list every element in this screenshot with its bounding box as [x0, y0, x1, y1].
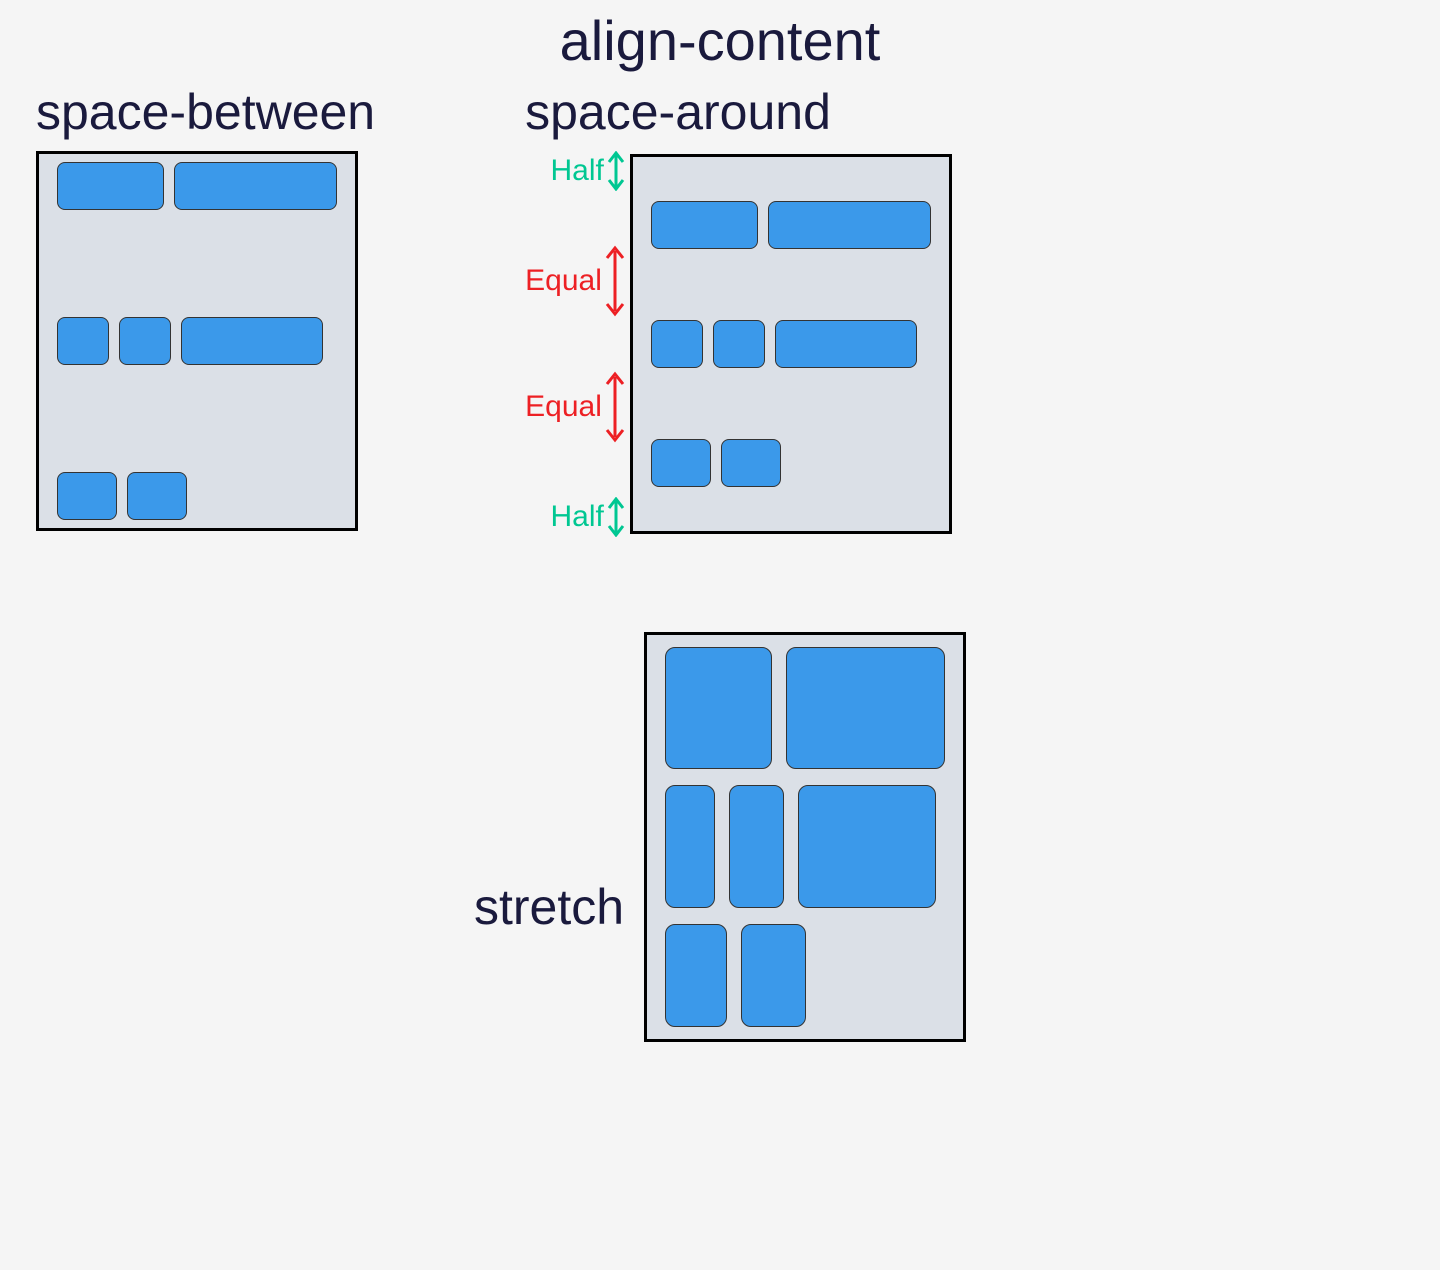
top-row: space-between space-around Half: [0, 83, 1440, 537]
flex-row: [651, 201, 931, 249]
flex-item: [57, 162, 164, 210]
flex-item: [127, 472, 187, 520]
flex-item: [651, 320, 703, 368]
flex-item: [174, 162, 337, 210]
flex-item: [729, 785, 784, 907]
flex-item: [665, 647, 772, 769]
annotation-text: Half: [551, 154, 604, 188]
flex-row: [57, 162, 337, 210]
flex-row: [57, 472, 337, 520]
flex-item: [775, 320, 917, 368]
flex-item: [57, 472, 117, 520]
annotation-half-top: Half: [551, 151, 626, 191]
flex-item: [651, 439, 711, 487]
flex-item: [181, 317, 323, 365]
flex-row: [651, 320, 931, 368]
flex-item: [721, 439, 781, 487]
annotation-equal-2: Equal: [525, 371, 626, 443]
flex-row: [651, 439, 931, 487]
label-space-around: space-around: [525, 83, 952, 141]
flex-item: [119, 317, 171, 365]
diagram-title: align-content: [0, 0, 1440, 83]
flex-row: [57, 317, 337, 365]
annotation-equal-1: Equal: [525, 245, 626, 317]
double-arrow-icon: [606, 151, 626, 191]
example-space-around: space-around Half Equal: [525, 83, 952, 537]
annotation-text: Half: [551, 500, 604, 534]
flex-row: [665, 785, 945, 907]
label-stretch: stretch: [474, 878, 624, 936]
flex-item: [665, 924, 727, 1027]
double-arrow-icon: [604, 245, 626, 317]
annotation-text: Equal: [525, 390, 602, 424]
flex-item: [57, 317, 109, 365]
around-wrapper: Half Equal Equal: [525, 151, 952, 537]
container-stretch: [644, 632, 966, 1042]
flex-item: [713, 320, 765, 368]
flex-item: [798, 785, 936, 907]
flex-item: [768, 201, 931, 249]
annotation-half-bottom: Half: [551, 497, 626, 537]
flex-item: [786, 647, 945, 769]
double-arrow-icon: [606, 497, 626, 537]
container-space-around: [630, 154, 952, 534]
bottom-row: stretch: [0, 632, 1440, 1042]
example-space-between: space-between: [36, 83, 375, 537]
container-space-between: [36, 151, 358, 531]
label-space-between: space-between: [36, 83, 375, 141]
flex-item: [665, 785, 715, 907]
annotation-text: Equal: [525, 264, 602, 298]
flex-item: [741, 924, 806, 1027]
flex-row: [665, 647, 945, 769]
annotations: Half Equal Equal: [525, 151, 630, 537]
double-arrow-icon: [604, 371, 626, 443]
flex-row: [665, 924, 945, 1027]
flex-item: [651, 201, 758, 249]
